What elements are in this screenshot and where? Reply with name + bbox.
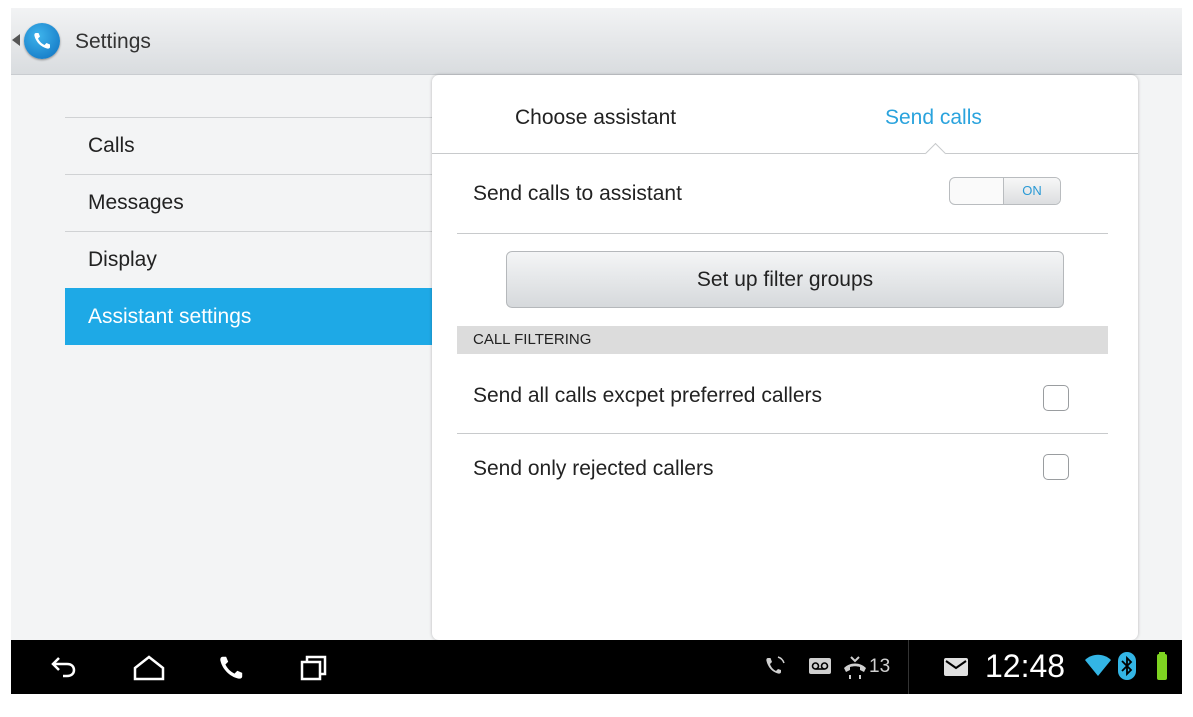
menu-item-messages[interactable]: Messages — [65, 174, 435, 231]
checkbox-send-only-rejected[interactable] — [1043, 454, 1069, 480]
set-up-filter-groups-button[interactable]: Set up filter groups — [506, 251, 1064, 308]
voicemail-icon — [809, 658, 831, 674]
action-bar: Settings — [11, 8, 1182, 75]
missed-calls-count: 13 — [869, 656, 891, 677]
menu-item-display[interactable]: Display — [65, 231, 435, 288]
home-icon[interactable] — [132, 654, 166, 682]
back-icon[interactable] — [49, 654, 79, 680]
phone-icon[interactable] — [24, 23, 60, 59]
call-forward-icon — [766, 656, 785, 674]
clock: 12:48 — [985, 648, 1066, 684]
tab-send-calls[interactable]: Send calls — [885, 106, 982, 130]
recent-apps-icon[interactable] — [299, 654, 329, 682]
phone-icon[interactable] — [217, 654, 245, 682]
tablet-screen: Settings Calls Messages Display Assistan… — [11, 8, 1182, 694]
option-send-all-except-preferred[interactable]: Send all calls excpet preferred callers — [473, 384, 822, 408]
assistant-panel: Choose assistant Send calls Send calls t… — [432, 75, 1138, 640]
page-title: Settings — [75, 30, 151, 53]
phone-glyph — [34, 33, 50, 49]
call-filtering-header: CALL FILTERING — [457, 326, 1108, 354]
send-calls-toggle[interactable]: ON — [949, 177, 1061, 205]
missed-calls-icon — [844, 656, 866, 679]
option-send-only-rejected[interactable]: Send only rejected callers — [473, 457, 713, 481]
checkbox-send-all-except-preferred[interactable] — [1043, 385, 1069, 411]
divider — [457, 433, 1108, 434]
status-divider — [908, 640, 909, 694]
tab-choose-assistant[interactable]: Choose assistant — [515, 106, 676, 130]
send-calls-label: Send calls to assistant — [473, 182, 682, 205]
settings-menu: Calls Messages Display Assistant setting… — [65, 117, 435, 345]
battery-icon — [1157, 652, 1167, 680]
wifi-icon — [1085, 654, 1111, 676]
menu-item-calls[interactable]: Calls — [65, 117, 435, 174]
toggle-state-label: ON — [1003, 178, 1060, 204]
back-caret-icon[interactable] — [12, 34, 20, 46]
menu-item-assistant-settings[interactable]: Assistant settings — [65, 288, 435, 345]
mail-icon — [944, 658, 968, 676]
divider — [457, 233, 1108, 234]
tab-bar: Choose assistant Send calls — [432, 75, 1138, 154]
bluetooth-icon — [1118, 652, 1136, 680]
system-nav-bar: 13 12:48 — [11, 640, 1182, 694]
